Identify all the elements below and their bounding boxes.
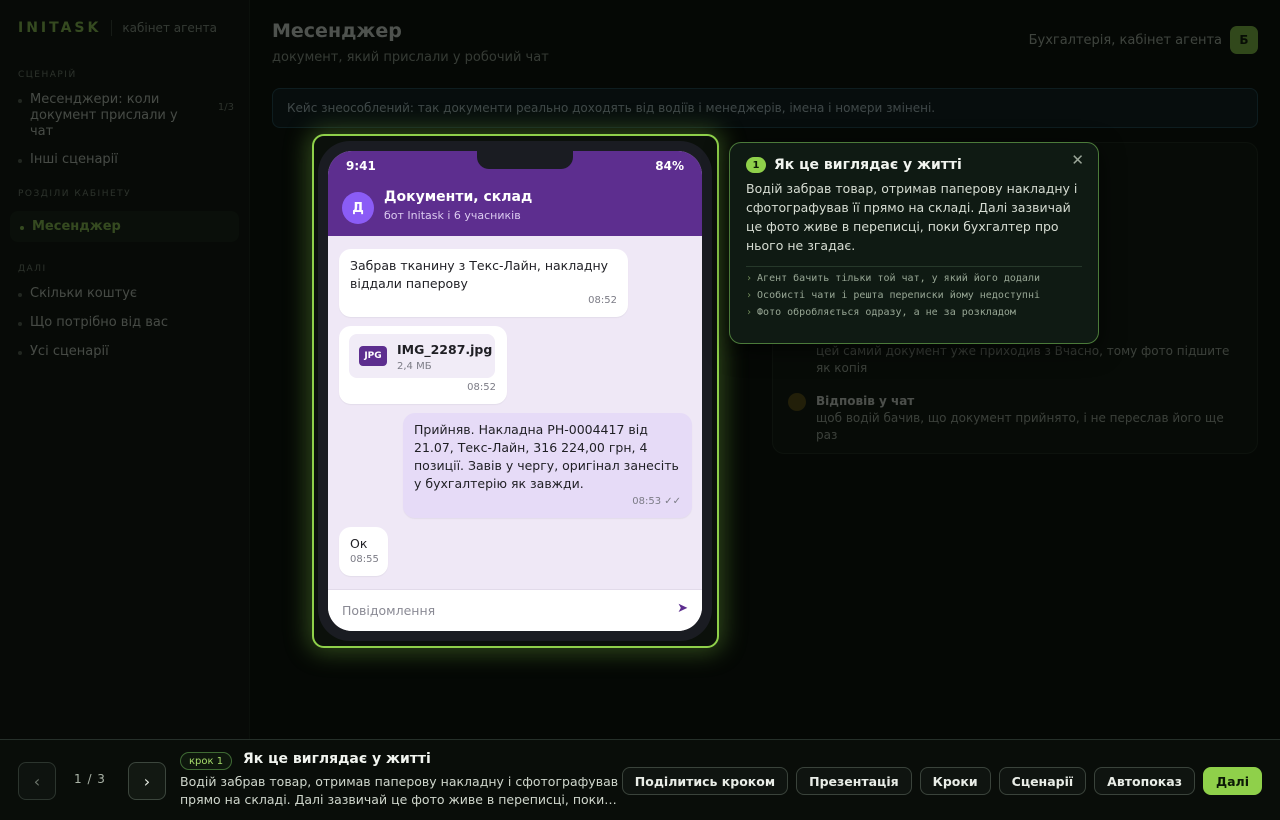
popover-points: › Агент бачить тільки той чат, у який йог… <box>746 273 1082 318</box>
jpg-file-icon: JPG <box>359 346 387 366</box>
list-item: › Агент бачить тільки той чат, у який йог… <box>746 273 1040 284</box>
info-notice: Кейс знеособлений: так документи реально… <box>272 88 1258 128</box>
step-description: щоб водій бачив, що документ прийнято, і… <box>816 411 1224 442</box>
step-status-icon <box>788 393 806 411</box>
chevron-right-icon: › <box>746 290 753 301</box>
message-bubble: Забрав тканину з Текс-Лайн, накладну від… <box>339 249 628 317</box>
list-item: › Фото обробляється одразу, а не за розкл… <box>746 307 1016 318</box>
tour-bar: ‹ 1 / 3 › крок 1 Як це виглядає у житті … <box>0 739 1280 820</box>
prev-step-button[interactable]: ‹ <box>18 762 56 800</box>
brand-logo[interactable]: INITASK <box>18 20 101 36</box>
close-icon[interactable]: ✕ <box>1071 151 1084 169</box>
sidebar-item-count: 1/3 <box>217 102 234 113</box>
sidebar-item-label: Месенджери: коли документ прислали у чат <box>30 92 178 139</box>
divider <box>746 266 1082 267</box>
message-input[interactable]: Повідомлення <box>342 603 435 618</box>
sidebar: INITASK кабінет агента СЦЕНАРІЙ Месендже… <box>0 0 250 740</box>
page-title: Месенджер <box>272 20 402 42</box>
file-message-bubble: JPG IMG_2287.jpg 2,4 МБ 08:52 <box>339 326 507 404</box>
brand-divider <box>111 20 113 36</box>
tour-step-text: Водій забрав товар, отримав паперову нак… <box>180 774 630 807</box>
file-name: IMG_2287.jpg <box>397 342 493 357</box>
message-bubble: Ок 08:55 <box>339 527 388 576</box>
message-time: 08:52 <box>467 382 496 393</box>
step-title: Відповів у чат <box>816 394 915 408</box>
battery-level: 84% <box>655 159 684 173</box>
tour-actions: Поділитись кроком Презентація Кроки Сцен… <box>621 767 1262 795</box>
sidebar-item-messengers[interactable]: Месенджери: коли документ прислали у чат… <box>18 92 234 140</box>
message-text: Забрав тканину з Текс-Лайн, накладну від… <box>350 258 609 291</box>
chevron-right-icon: › <box>143 771 151 791</box>
sidebar-section-scenario: СЦЕНАРІЙ <box>18 70 77 80</box>
sidebar-item-requirements[interactable]: Що потрібно від вас <box>18 315 231 330</box>
chevron-right-icon: › <box>746 273 753 284</box>
bullet-icon <box>18 159 22 163</box>
phone-mockup: 9:41 84% Д Документи, склад бот Initask … <box>318 141 712 641</box>
sidebar-item-label: Месенджер <box>32 219 121 234</box>
sidebar-item-label: Що потрібно від вас <box>30 315 168 330</box>
autoplay-button[interactable]: Автопоказ <box>1094 767 1195 795</box>
step-description: цей самий документ уже приходив з Вчасно… <box>816 344 1230 375</box>
chat-members: бот Initask і 6 учасників <box>384 209 521 222</box>
bullet-icon <box>18 99 22 103</box>
sidebar-item-all-scenarios[interactable]: Усі сценарії <box>18 344 231 359</box>
next-step-button[interactable]: › <box>128 762 166 800</box>
steps-button[interactable]: Кроки <box>919 767 991 795</box>
step-counter: 1 / 3 <box>74 772 106 786</box>
bullet-icon <box>18 293 22 297</box>
popover-title: Як це виглядає у житті <box>774 157 962 173</box>
tour-step-title: Як це виглядає у житті <box>243 751 431 767</box>
popover-header: 1 Як це виглядає у житті <box>746 157 1082 173</box>
bullet-icon <box>18 322 22 326</box>
bullet-icon <box>18 351 22 355</box>
message-time: 08:55 <box>350 554 379 565</box>
message-time-read: 08:53 ✓✓ <box>632 496 681 507</box>
sidebar-item-label: Скільки коштує <box>30 286 138 301</box>
next-button[interactable]: Далі <box>1202 767 1262 795</box>
message-text: Ок <box>350 536 368 551</box>
chevron-right-icon: › <box>746 307 753 318</box>
popover-text: Водій забрав товар, отримав паперову нак… <box>746 181 1078 253</box>
chat-avatar[interactable]: Д <box>342 192 374 224</box>
message-time: 08:52 <box>588 295 617 306</box>
account-info[interactable]: Бухгалтерія, кабінет агента Б <box>1029 26 1258 54</box>
file-attachment[interactable]: JPG IMG_2287.jpg 2,4 МБ <box>349 334 495 378</box>
phone-notch <box>477 151 573 169</box>
chat-name[interactable]: Документи, склад <box>384 189 532 205</box>
sidebar-item-label: Усі сценарії <box>30 344 109 359</box>
sidebar-section-next: ДАЛІ <box>18 264 47 274</box>
sidebar-item-messenger[interactable]: Месенджер <box>10 211 239 242</box>
sidebar-item-label: Інші сценарії <box>30 152 118 167</box>
page-subtitle: документ, який прислали у робочий чат <box>272 50 549 65</box>
sidebar-item-pricing[interactable]: Скільки коштує <box>18 286 231 301</box>
step-pill: крок 1 <box>180 752 233 770</box>
share-step-button[interactable]: Поділитись кроком <box>621 767 789 795</box>
send-icon[interactable]: ➤ <box>677 601 688 616</box>
list-item: › Особисті чати і решта переписки йому не… <box>746 290 1040 301</box>
tour-popover: 1 Як це виглядає у житті ✕ Водій забрав … <box>729 142 1099 344</box>
presentation-button[interactable]: Презентація <box>796 767 912 795</box>
file-size: 2,4 МБ <box>397 361 432 372</box>
message-text: Прийняв. Накладна РН-0004417 від 21.07, … <box>414 422 679 491</box>
message-composer: Повідомлення ➤ <box>328 589 702 631</box>
bullet-icon <box>20 226 24 230</box>
brand: INITASK кабінет агента <box>18 20 231 36</box>
page-header: Месенджер документ, який прислали у робо… <box>272 20 549 65</box>
step-number-badge: 1 <box>746 157 766 173</box>
brand-subtitle: кабінет агента <box>122 21 217 35</box>
phone-screen: 9:41 84% Д Документи, склад бот Initask … <box>328 151 702 631</box>
account-avatar[interactable]: Б <box>1230 26 1258 54</box>
status-time: 9:41 <box>346 159 376 173</box>
step-reply-in-chat: Відповів у чат щоб водій бачив, що докум… <box>816 393 1246 444</box>
scenarios-button[interactable]: Сценарії <box>998 767 1087 795</box>
chevron-left-icon: ‹ <box>33 771 41 791</box>
sidebar-item-other-scenarios[interactable]: Інші сценарії <box>18 152 231 167</box>
sidebar-section-chapters: РОЗДІЛИ КАБІНЕТУ <box>18 189 132 199</box>
bot-reply-bubble: Прийняв. Накладна РН-0004417 від 21.07, … <box>403 413 692 518</box>
account-label: Бухгалтерія, кабінет агента <box>1028 32 1222 48</box>
